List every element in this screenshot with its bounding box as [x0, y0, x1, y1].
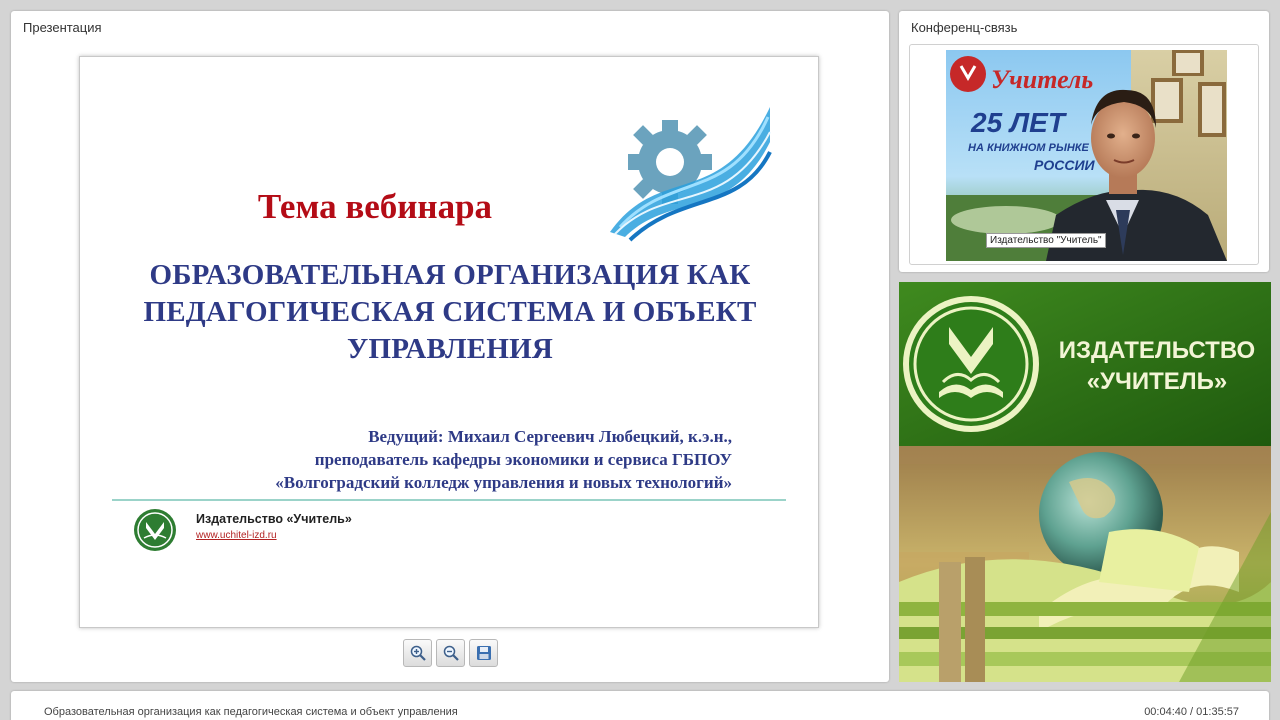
backdrop-line2: РОССИИ: [1034, 157, 1096, 173]
conference-panel-title: Конференц-связь: [911, 20, 1018, 35]
banner-graphic: ИЗДАТЕЛЬСТВО «УЧИТЕЛЬ»: [899, 282, 1271, 682]
slide-presenter-line: «Волгоградский колледж управления и новы…: [275, 473, 732, 492]
presentation-slide: Тема вебинара ОБРАЗОВАТЕЛЬНАЯ ОРГАНИЗАЦИ…: [79, 56, 819, 628]
footer-bar: Образовательная организация как педагоги…: [11, 691, 1269, 720]
slide-subtitle: ОБРАЗОВАТЕЛЬНАЯ ОРГАНИЗАЦИЯ КАК ПЕДАГОГИ…: [110, 257, 790, 368]
webinar-title: Образовательная организация как педагоги…: [44, 706, 458, 718]
slide-heading: Тема вебинара: [257, 187, 493, 226]
slide-presenter-line: Ведущий: Михаил Сергеевич Любецкий, к.э.…: [368, 427, 732, 446]
video-feed[interactable]: Учитель 25 ЛЕТ НА КНИЖНОМ РЫНКЕ РОССИИ И…: [909, 44, 1259, 265]
slide-publisher-name: Издательство «Учитель»: [196, 512, 352, 526]
slide-subtitle-line: ОБРАЗОВАТЕЛЬНАЯ ОРГАНИЗАЦИЯ КАК: [149, 259, 751, 291]
video-frame: Учитель 25 ЛЕТ НА КНИЖНОМ РЫНКЕ РОССИИ: [946, 50, 1227, 261]
slide-subtitle-line: УПРАВЛЕНИЯ: [346, 333, 554, 365]
save-icon: [476, 646, 491, 660]
backdrop-brand: Учитель: [991, 65, 1093, 94]
video-backdrop: Учитель 25 ЛЕТ НА КНИЖНОМ РЫНКЕ РОССИИ: [946, 50, 1227, 261]
zoom-out-button[interactable]: [436, 639, 465, 667]
banner-title-line1: ИЗДАТЕЛЬСТВО: [1059, 337, 1255, 364]
slide-subtitle-line: ПЕДАГОГИЧЕСКАЯ СИСТЕМА И ОБЪЕКТ: [143, 296, 757, 328]
playback-time: 00:04:40 / 01:35:57: [1144, 706, 1239, 718]
zoom-out-icon: [443, 645, 459, 661]
video-caption: Издательство "Учитель": [986, 233, 1106, 248]
slide-publisher-link[interactable]: www.uchitel-izd.ru: [196, 530, 277, 541]
conference-panel: Конференц-связь Учитель 25 ЛЕТ НА КНИЖНО…: [899, 11, 1269, 272]
zoom-in-icon: [410, 645, 426, 661]
slide-divider: [112, 499, 786, 501]
presentation-toolbar: [403, 639, 498, 667]
presentation-panel: Презентация Тема вебинара ОБРАЗОВАТЕЛЬНА…: [11, 11, 889, 682]
publisher-logo-icon: [134, 509, 176, 551]
presentation-panel-title: Презентация: [23, 20, 102, 35]
zoom-in-button[interactable]: [403, 639, 432, 667]
banner-title-line2: «УЧИТЕЛЬ»: [1087, 368, 1228, 395]
slide-presenter-line: преподаватель кафедры экономики и сервис…: [314, 450, 732, 469]
publisher-banner: ИЗДАТЕЛЬСТВО «УЧИТЕЛЬ»: [899, 282, 1271, 682]
backdrop-years: 25 ЛЕТ: [970, 107, 1068, 138]
save-button[interactable]: [469, 639, 498, 667]
slide-presenter-info: Ведущий: Михаил Сергеевич Любецкий, к.э.…: [132, 425, 732, 494]
backdrop-line1: НА КНИЖНОМ РЫНКЕ: [968, 142, 1090, 154]
